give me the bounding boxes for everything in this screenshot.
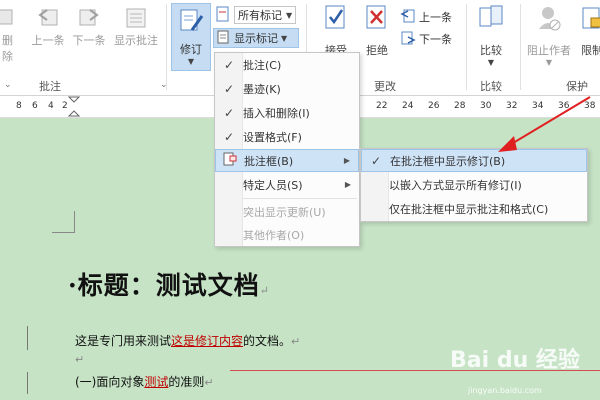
markup-mode-select[interactable]: 所有标记 ▼ <box>234 6 297 24</box>
checkmark-icon: ✓ <box>223 129 235 144</box>
paragraph-mark: ↵ <box>291 335 301 348</box>
chevron-down-icon: ▼ <box>545 58 553 67</box>
menu-item-highlight-updates: 突出显示更新(U) <box>243 205 326 219</box>
group-divider <box>466 4 467 90</box>
document-paragraph[interactable]: (一)面向对象测试的准则↵ <box>75 373 214 390</box>
next-comment-icon <box>76 4 102 32</box>
reject-icon <box>364 4 390 32</box>
prev-comment-button[interactable]: 上一条 <box>28 4 68 48</box>
ruler-number: 26 <box>428 101 440 111</box>
next-comment-button[interactable]: 下一条 <box>68 4 110 48</box>
compare-group-label: 比较 <box>480 80 502 93</box>
show-comments-icon <box>123 4 149 32</box>
show-markup-menu: ✓ 批注(C) ✓ 墨迹(K) ✓ 插入和删除(I) ✓ 设置格式(F) 批注框… <box>214 52 360 247</box>
compare-icon <box>478 4 504 32</box>
menu-separator <box>243 198 357 199</box>
markup-mode-row: 所有标记 ▼ <box>215 6 297 25</box>
document-title[interactable]: ·标题：测试文档↵ <box>68 266 270 302</box>
paragraph-mark: ↵ <box>75 353 85 366</box>
submenu-item-show-inline[interactable]: 以嵌入方式显示所有修订(I) <box>361 173 587 196</box>
inserted-text: 这是修订内容 <box>171 334 244 348</box>
markup-icon <box>215 6 231 25</box>
prev-change-icon <box>400 8 416 27</box>
submenu-item-comments-formatting-only[interactable]: 仅在批注框中显示批注和格式(C) <box>361 197 587 220</box>
indent-marker-icon[interactable] <box>68 96 80 118</box>
protect-group-label: 保护 <box>566 80 588 93</box>
collapse-icon[interactable]: ⌄ <box>4 80 12 90</box>
changes-group-label: 更改 <box>374 80 396 93</box>
checkmark-icon: ✓ <box>370 153 382 168</box>
change-bar <box>27 372 28 394</box>
chevron-down-icon: ▼ <box>286 10 293 20</box>
comments-group-label: 批注 <box>39 80 61 93</box>
chevron-down-icon: ▼ <box>281 33 288 43</box>
checkmark-icon: ✓ <box>223 105 235 120</box>
change-bar <box>27 326 28 350</box>
show-comments-button[interactable]: 显示批注 <box>110 4 162 48</box>
ruler-number: 8 <box>16 101 22 111</box>
next-change-icon <box>400 30 416 49</box>
paragraph-mark: ↵ <box>204 376 214 389</box>
restrict-editing-button[interactable]: 限制 <box>572 4 600 58</box>
accept-icon <box>323 4 349 32</box>
menu-item-other-authors: 其他作者(O) <box>243 228 305 242</box>
paragraph-mark: ↵ <box>259 284 270 297</box>
chevron-right-icon: ▶ <box>344 180 351 189</box>
group-divider <box>520 4 521 90</box>
menu-item-insertions-deletions[interactable]: ✓ 插入和删除(I) <box>215 101 359 124</box>
show-markup-icon <box>217 30 231 47</box>
document-paragraph[interactable]: 这是专门用来测试这是修订内容的文档。↵ <box>75 332 300 349</box>
next-change-button[interactable]: 下一条 <box>400 30 452 48</box>
prev-change-button[interactable]: 上一条 <box>400 8 452 26</box>
chevron-down-icon: ▼ <box>187 57 195 66</box>
track-changes-button[interactable]: 修订 ▼ <box>171 3 211 71</box>
page-corner-mark <box>74 211 75 233</box>
delete-comment-button[interactable]: 删除 <box>0 4 22 64</box>
chevron-right-icon: ▶ <box>343 156 350 165</box>
lock-icon <box>579 4 600 32</box>
collapse-icon[interactable]: ⌄ <box>578 80 586 90</box>
ruler-number: 24 <box>402 101 414 111</box>
checkmark-icon: ✓ <box>223 81 235 96</box>
checkmark-icon: ✓ <box>223 57 235 72</box>
ruler-number: 4 <box>48 101 54 111</box>
watermark-logo: Bai du 经验 <box>450 348 580 373</box>
accept-button[interactable]: 接受 <box>316 4 356 58</box>
empty-paragraph[interactable]: ↵ <box>75 352 84 366</box>
block-authors-button[interactable]: 阻止作者 ▼ <box>523 4 575 67</box>
track-changes-icon <box>178 8 204 37</box>
delete-comment-icon <box>0 4 18 32</box>
menu-item-specific-people[interactable]: 特定人员(S) ▶ <box>215 173 359 196</box>
menu-item-balloons[interactable]: 批注框(B) ▶ <box>215 149 359 172</box>
block-authors-icon <box>536 4 562 32</box>
chevron-down-icon: ▼ <box>487 58 495 67</box>
ruler-number: 28 <box>454 101 466 111</box>
page-corner-mark <box>52 232 74 233</box>
menu-item-formatting[interactable]: ✓ 设置格式(F) <box>215 125 359 148</box>
compare-button[interactable]: 比较 ▼ <box>472 4 510 67</box>
menu-item-ink[interactable]: ✓ 墨迹(K) <box>215 77 359 100</box>
inserted-text: 测试 <box>144 375 169 389</box>
watermark-url: jingyan.baidu.com <box>468 386 542 395</box>
annotation-arrow-icon <box>498 96 591 152</box>
ruler-number: 22 <box>376 101 388 111</box>
reject-button[interactable]: 拒绝 <box>357 4 397 58</box>
ruler-number: 2 <box>62 101 68 111</box>
balloons-icon <box>216 152 244 169</box>
menu-item-comments[interactable]: ✓ 批注(C) <box>215 53 359 76</box>
collapse-icon[interactable]: ⌄ <box>160 80 168 90</box>
group-divider <box>166 4 167 90</box>
prev-comment-icon <box>35 4 61 32</box>
show-markup-button[interactable]: 显示标记 ▼ <box>213 28 299 48</box>
ruler-number: 6 <box>32 101 38 111</box>
